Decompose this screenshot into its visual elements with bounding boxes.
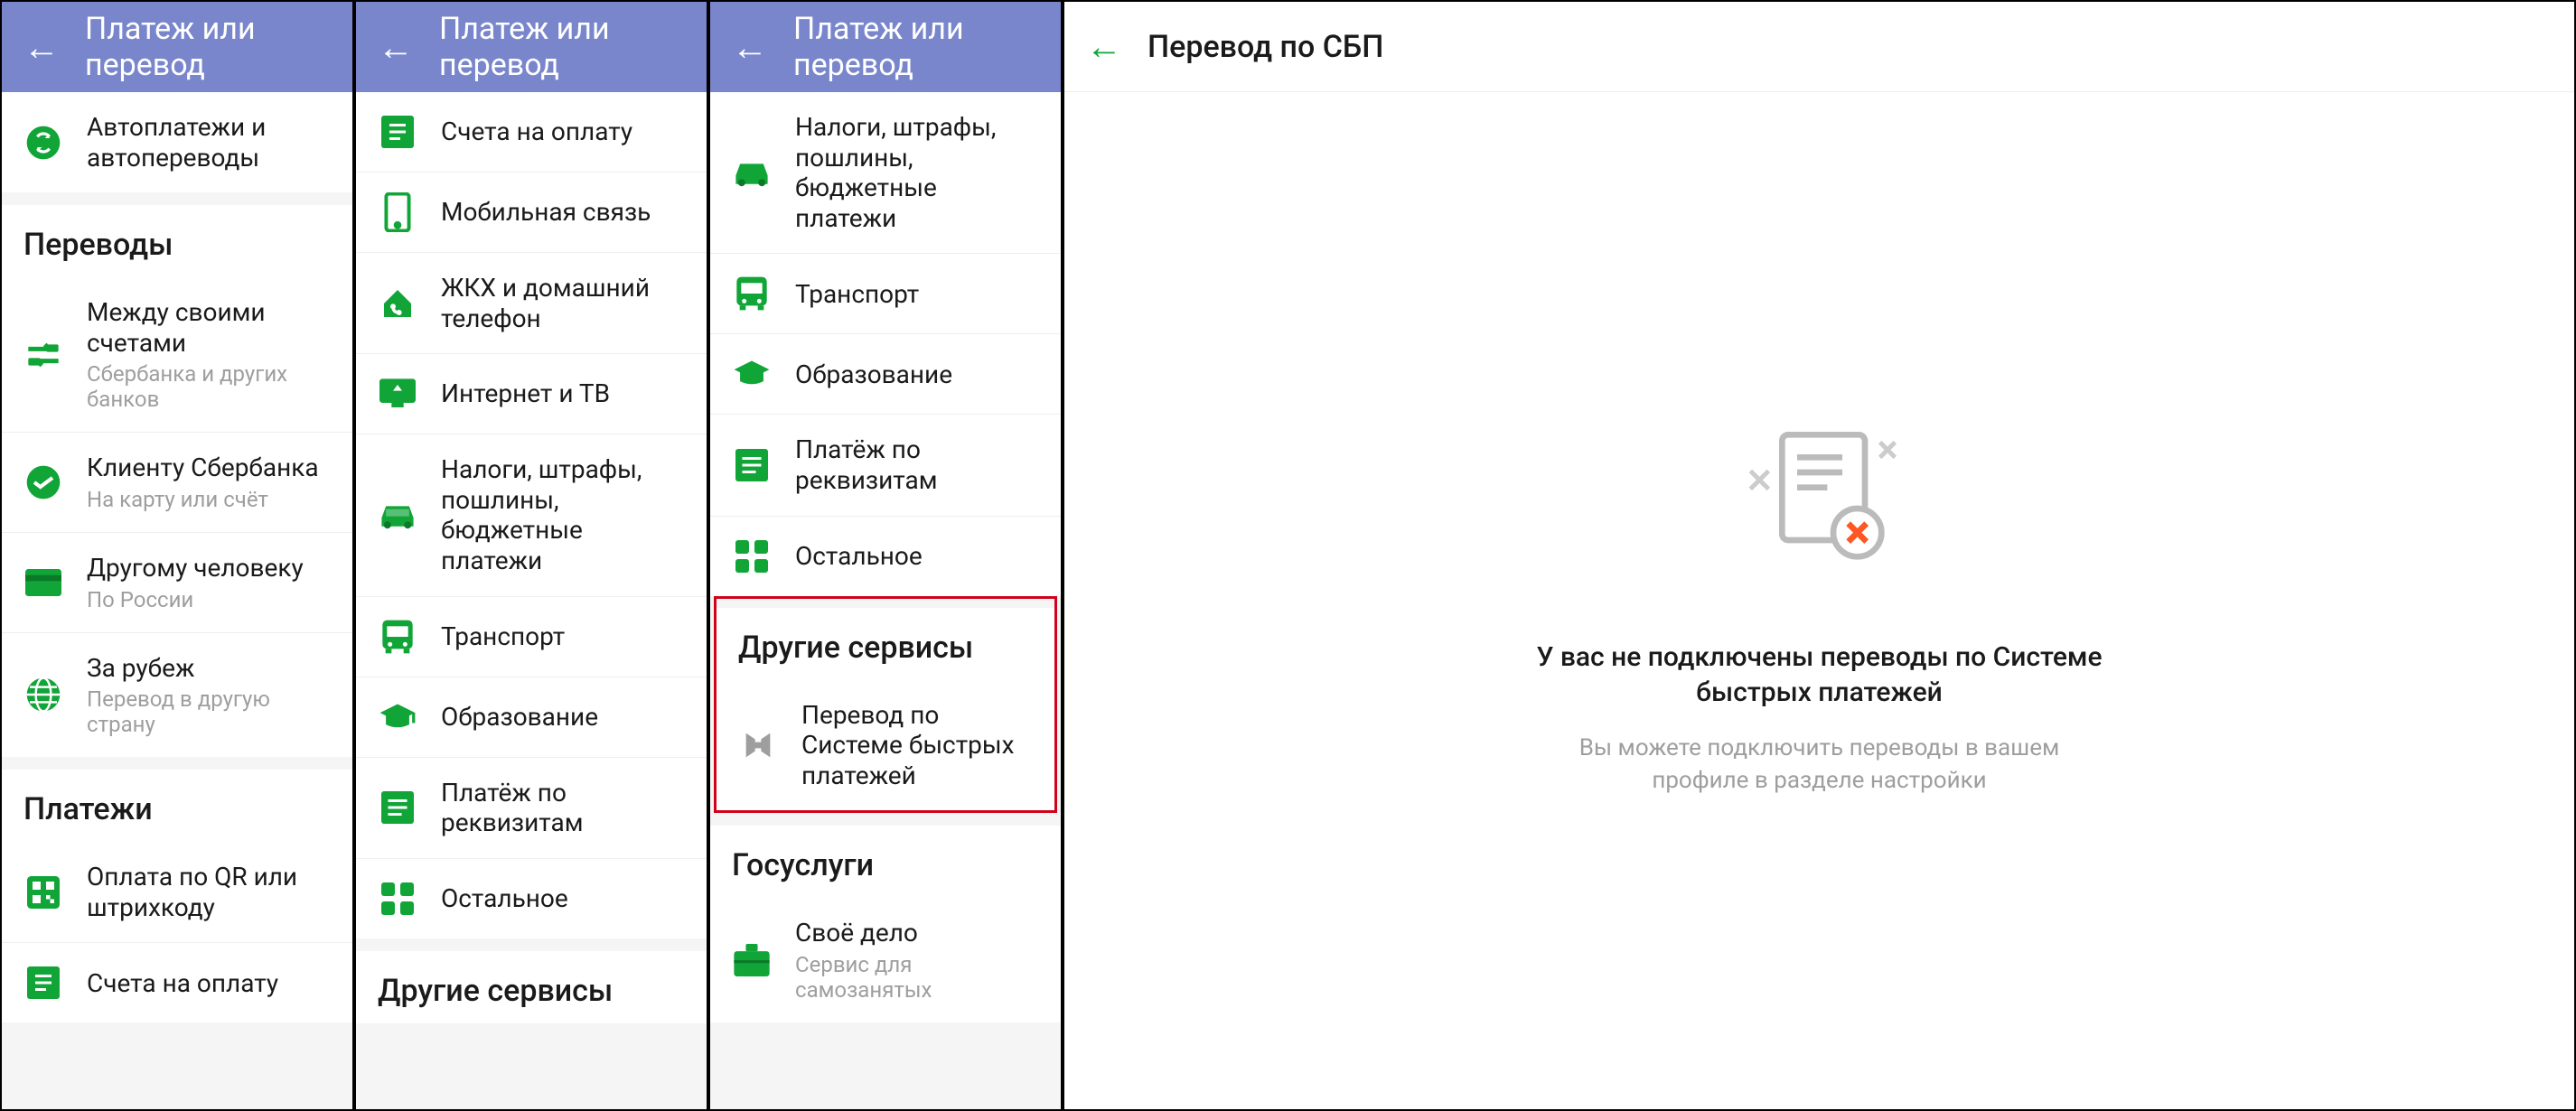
bill-icon [381, 116, 414, 148]
item-label: Транспорт [795, 279, 1039, 310]
education-item[interactable]: Образование [710, 333, 1061, 414]
item-label: Счета на оплату [87, 968, 331, 999]
car-icon [733, 158, 771, 187]
empty-title: У вас не подключены переводы по Системе … [1531, 640, 2109, 710]
section-other: Другие сервисы [717, 608, 1054, 680]
qr-pay-item[interactable]: Оплата по QR или штрихкоду [2, 842, 352, 942]
briefcase-icon [734, 944, 770, 976]
section-transfers: Переводы [2, 205, 352, 277]
taxes-item[interactable]: Налоги, штрафы, пошлины, бюджетные плате… [356, 434, 707, 595]
header-title: Платеж или перевод [85, 11, 331, 83]
swap-icon [25, 337, 61, 373]
other-person-item[interactable]: Другому человеку По России [2, 532, 352, 632]
sber-client-item[interactable]: Клиенту Сбербанка На карту или счёт [2, 432, 352, 532]
internet-tv-item[interactable]: Интернет и ТВ [356, 353, 707, 434]
bus-icon [735, 275, 769, 312]
item-label: ЖКХ и домашний телефон [441, 273, 685, 333]
item-label: Остальное [795, 541, 1039, 572]
education-item[interactable]: Образование [356, 677, 707, 757]
section-other: Другие сервисы [356, 951, 707, 1023]
sbp-transfer-item[interactable]: Перевод по Системе быстрых платежей [717, 680, 1054, 811]
receipt-icon [381, 791, 414, 824]
item-label: Другому человеку [87, 553, 331, 584]
transport-item[interactable]: Транспорт [356, 596, 707, 677]
tv-icon [379, 378, 416, 409]
car-icon [379, 500, 417, 529]
item-sublabel: На карту или счёт [87, 487, 331, 512]
header-title: Платеж или перевод [793, 11, 1039, 83]
item-label: За рубеж [87, 653, 331, 684]
item-label: Между своими счетами [87, 297, 331, 358]
item-label: Своё дело [795, 918, 1039, 948]
empty-subtitle: Вы можете подключить переводы в вашем пр… [1576, 732, 2064, 798]
section-payments: Платежи [2, 770, 352, 842]
item-sublabel: По России [87, 587, 331, 612]
item-label: Мобильная связь [441, 197, 685, 228]
bill-icon [27, 966, 60, 999]
item-label: Интернет и ТВ [441, 378, 685, 409]
bus-icon [380, 619, 415, 655]
header: ← Платеж или перевод [356, 2, 707, 92]
bills-item[interactable]: Счета на оплату [356, 92, 707, 172]
other-item[interactable]: Остальное [710, 516, 1061, 596]
highlighted-section: Другие сервисы Перевод по Системе быстры… [714, 596, 1057, 814]
item-label: Образование [795, 359, 1039, 390]
item-label: Платёж по реквизитам [795, 434, 1039, 495]
back-icon[interactable]: ← [732, 26, 768, 69]
item-label: Налоги, штрафы, пошлины, бюджетные плате… [795, 112, 1039, 233]
grid-icon [735, 540, 768, 573]
item-label: Клиенту Сбербанка [87, 453, 331, 483]
item-label: Счета на оплату [441, 117, 685, 147]
header: ← Платеж или перевод [2, 2, 352, 92]
globe-icon [25, 677, 61, 713]
autopayments-item[interactable]: Автоплатежи и автопереводы [2, 92, 352, 192]
header-title: Платеж или перевод [439, 11, 685, 83]
item-label: Налоги, штрафы, пошлины, бюджетные плате… [441, 454, 685, 575]
item-label: Остальное [441, 883, 685, 914]
sbp-icon [740, 727, 776, 763]
section-gosuslugi: Госуслуги [710, 826, 1061, 898]
item-label: Автоплатежи и автопереводы [87, 112, 331, 173]
other-item[interactable]: Остальное [356, 858, 707, 938]
abroad-item[interactable]: За рубеж Перевод в другую страну [2, 632, 352, 758]
item-label: Транспорт [441, 621, 685, 652]
card-icon [25, 568, 61, 597]
taxes-item[interactable]: Налоги, штрафы, пошлины, бюджетные плате… [710, 92, 1061, 253]
own-business-item[interactable]: Своё дело Сервис для самозанятых [710, 898, 1061, 1022]
receipt-icon [735, 449, 768, 481]
between-accounts-item[interactable]: Между своими счетами Сбербанка и других … [2, 277, 352, 432]
bills-item[interactable]: Счета на оплату [2, 942, 352, 1022]
back-icon[interactable]: ← [378, 26, 414, 69]
item-label: Платёж по реквизитам [441, 778, 685, 838]
transport-item[interactable]: Транспорт [710, 253, 1061, 333]
item-sublabel: Сбербанка и других банков [87, 361, 331, 412]
item-sublabel: Перевод в другую страну [87, 686, 331, 737]
grid-icon [381, 882, 414, 915]
header-title: Перевод по СБП [1147, 29, 1383, 65]
item-label: Перевод по Системе быстрых платежей [801, 700, 1033, 791]
header: ← Платеж или перевод [710, 2, 1061, 92]
requisites-item[interactable]: Платёж по реквизитам [710, 414, 1061, 515]
graduation-icon [379, 702, 417, 733]
graduation-icon [733, 359, 771, 389]
empty-state: У вас не подключены переводы по Системе … [1064, 92, 2574, 1109]
qr-icon [27, 876, 60, 909]
refresh-icon [25, 125, 61, 161]
item-sublabel: Сервис для самозанятых [795, 952, 1039, 1003]
back-icon[interactable]: ← [23, 26, 60, 69]
sber-icon [25, 464, 61, 500]
header: ← Перевод по СБП [1064, 2, 2574, 92]
requisites-item[interactable]: Платёж по реквизитам [356, 757, 707, 858]
phone-icon [384, 192, 411, 232]
document-error-icon [1729, 405, 1910, 585]
utilities-item[interactable]: ЖКХ и домашний телефон [356, 252, 707, 353]
back-icon[interactable]: ← [1086, 25, 1122, 68]
item-label: Образование [441, 702, 685, 733]
item-label: Оплата по QR или штрихкоду [87, 862, 331, 922]
mobile-item[interactable]: Мобильная связь [356, 172, 707, 252]
house-phone-icon [379, 285, 416, 322]
